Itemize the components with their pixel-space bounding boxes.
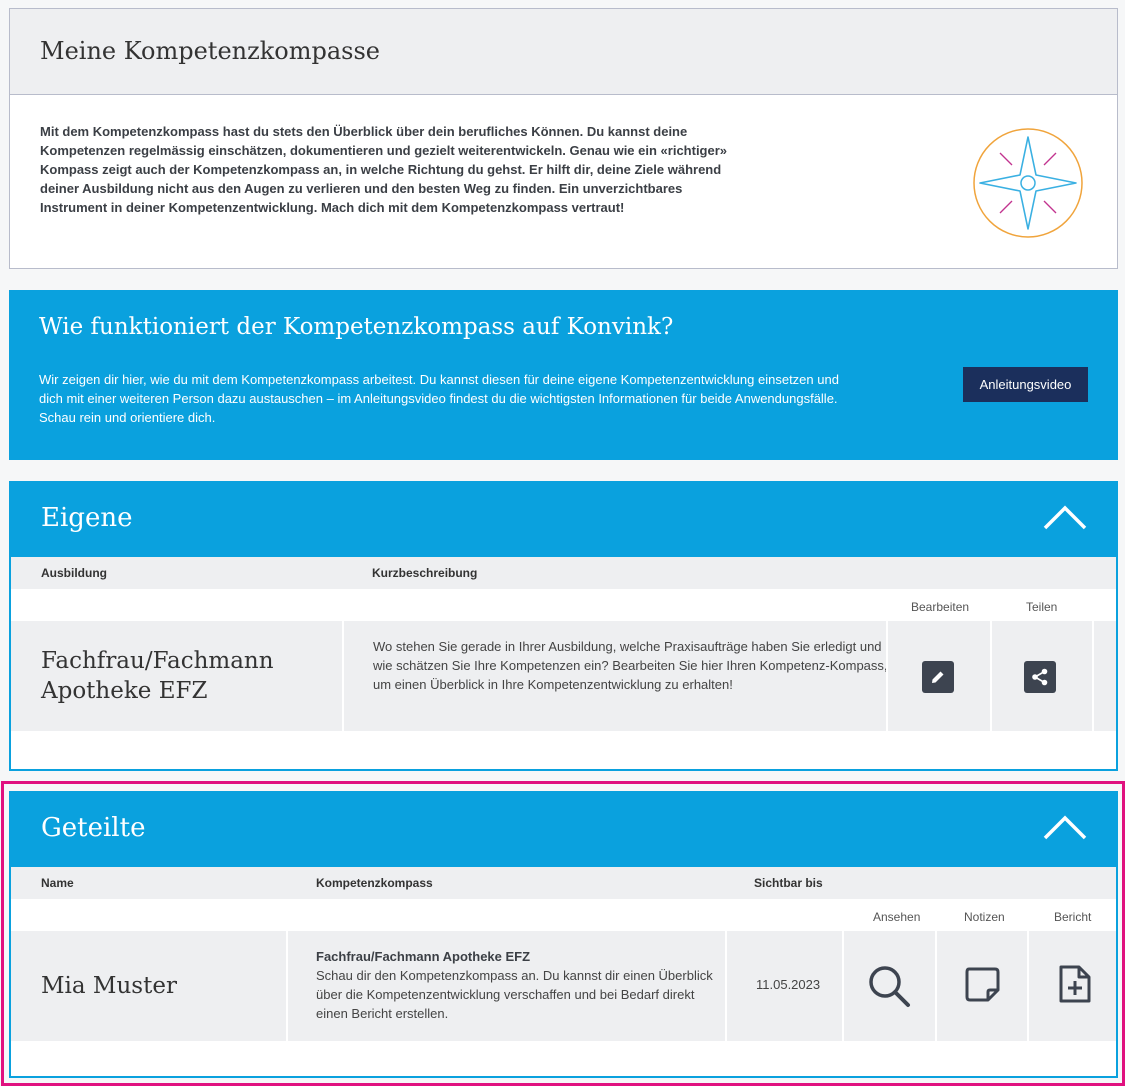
action-header-report: Bericht [1054, 910, 1092, 924]
shared-compass-title: Fachfrau/Fachmann Apotheke EFZ [316, 949, 531, 964]
shared-person-name: Mia Muster [41, 973, 177, 999]
own-section-header: Eigene [11, 483, 1116, 557]
tutorial-video-button[interactable]: Anleitungsvideo [963, 367, 1088, 402]
shared-column-headers: Name Kompetenzkompass Sichtbar bis [11, 867, 1116, 899]
training-name: Fachfrau/Fachmann Apotheke EFZ [41, 648, 274, 704]
column-header-name: Name [41, 876, 74, 890]
shared-section-header: Geteilte [11, 793, 1116, 867]
column-header-visible-until: Sichtbar bis [754, 876, 823, 890]
own-section: Eigene Ausbildung Kurzbeschreibung Bearb… [9, 481, 1118, 771]
own-action-headers: Bearbeiten Teilen [11, 589, 1116, 621]
column-header-description: Kurzbeschreibung [372, 566, 478, 580]
column-header-training: Ausbildung [41, 566, 107, 580]
shared-section-title: Geteilte [41, 813, 146, 843]
table-row: Mia Muster Fachfrau/Fachmann Apotheke EF… [11, 931, 1116, 1041]
intro-card: Meine Kompetenzkompasse Mit dem Kompeten… [9, 8, 1118, 269]
share-button[interactable] [1024, 661, 1056, 693]
action-header-notes: Notizen [964, 910, 1005, 924]
training-description: Wo stehen Sie gerade in Ihrer Ausbildung… [373, 639, 888, 692]
intro-text: Mit dem Kompetenzkompass hast du stets d… [40, 124, 728, 215]
edit-button[interactable] [922, 661, 954, 693]
share-icon [1032, 668, 1048, 686]
action-header-share: Teilen [1026, 600, 1058, 614]
own-column-headers: Ausbildung Kurzbeschreibung [11, 557, 1116, 589]
column-header-compass: Kompetenzkompass [316, 876, 433, 890]
how-it-works-banner: Wie funktioniert der Kompetenzkompass au… [9, 290, 1118, 460]
table-row: Fachfrau/Fachmann Apotheke EFZ Wo stehen… [11, 621, 1116, 731]
search-icon[interactable] [867, 964, 913, 1010]
intro-header: Meine Kompetenzkompasse [10, 9, 1117, 95]
compass-icon [973, 128, 1083, 238]
banner-text: Wir zeigen dir hier, wie du mit dem Komp… [39, 372, 839, 425]
own-section-title: Eigene [41, 503, 133, 533]
note-icon[interactable] [964, 966, 1002, 1004]
banner-title: Wie funktioniert der Kompetenzkompass au… [39, 314, 674, 340]
pencil-icon [932, 671, 944, 683]
collapse-chevron-icon[interactable] [1042, 501, 1088, 531]
add-report-icon[interactable] [1058, 964, 1092, 1004]
collapse-chevron-icon[interactable] [1042, 811, 1088, 841]
action-header-edit: Bearbeiten [911, 600, 970, 614]
page-title: Meine Kompetenzkompasse [40, 37, 381, 65]
shared-compass-text: Schau dir den Kompetenzkompass an. Du ka… [316, 968, 713, 1021]
shared-section: Geteilte Name Kompetenzkompass Sichtbar … [9, 791, 1118, 1078]
action-header-view: Ansehen [873, 910, 921, 924]
visible-until-date: 11.05.2023 [756, 977, 821, 992]
shared-action-headers: Ansehen Notizen Bericht [11, 899, 1116, 931]
